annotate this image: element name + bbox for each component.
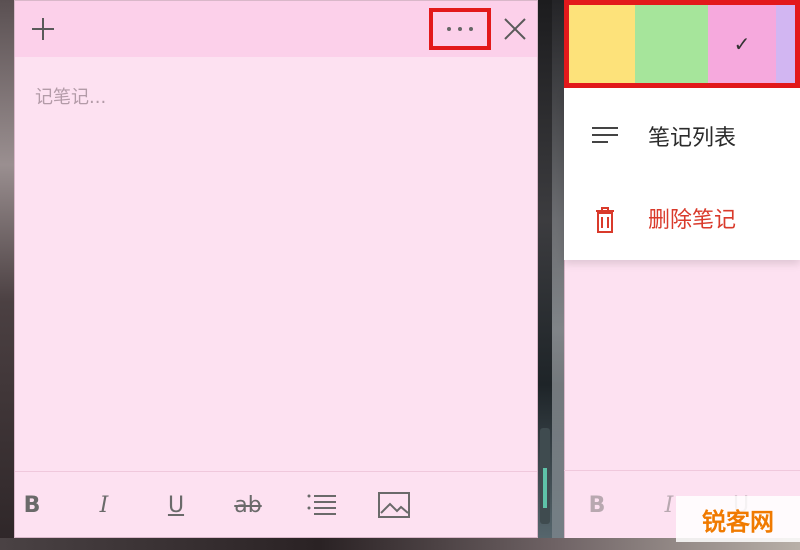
sticky-note-window: 记笔记...	[14, 0, 538, 538]
color-swatch-pink[interactable]: ✓	[707, 5, 777, 83]
note-menu: 笔记列表 删除笔记	[564, 88, 800, 260]
list-icon	[590, 124, 620, 150]
note-input-placeholder[interactable]: 记笔记...	[35, 83, 106, 109]
trash-icon	[590, 206, 620, 233]
menu-item-delete-note[interactable]: 删除笔记	[564, 178, 800, 258]
check-icon: ✓	[733, 32, 751, 56]
underline-button[interactable]: U	[158, 487, 194, 523]
scroll-handle[interactable]	[540, 428, 550, 524]
close-icon[interactable]	[499, 13, 531, 45]
menu-label-delete-note: 删除笔记	[648, 208, 737, 233]
color-swatch-purple[interactable]	[776, 5, 795, 83]
note-title-bar	[15, 1, 537, 57]
color-swatch-yellow[interactable]	[569, 5, 635, 83]
desktop-background-gap	[538, 0, 564, 550]
menu-label-notes-list: 笔记列表	[648, 126, 737, 151]
plus-icon[interactable]	[27, 13, 59, 45]
menu-item-notes-list[interactable]: 笔记列表	[564, 96, 800, 176]
color-picker: ✓	[564, 0, 800, 88]
window-edge	[552, 0, 564, 550]
bold-button[interactable]: B	[14, 487, 50, 523]
bullet-list-icon[interactable]	[304, 487, 340, 523]
color-swatch-green[interactable]	[634, 5, 708, 83]
bold-button-2[interactable]: B	[582, 487, 612, 523]
italic-button[interactable]: I	[86, 487, 122, 523]
ellipsis-icon[interactable]	[429, 8, 491, 50]
strikethrough-button[interactable]: ab	[230, 487, 266, 523]
watermark-logo: 锐客网	[676, 496, 800, 542]
image-icon[interactable]	[376, 487, 412, 523]
